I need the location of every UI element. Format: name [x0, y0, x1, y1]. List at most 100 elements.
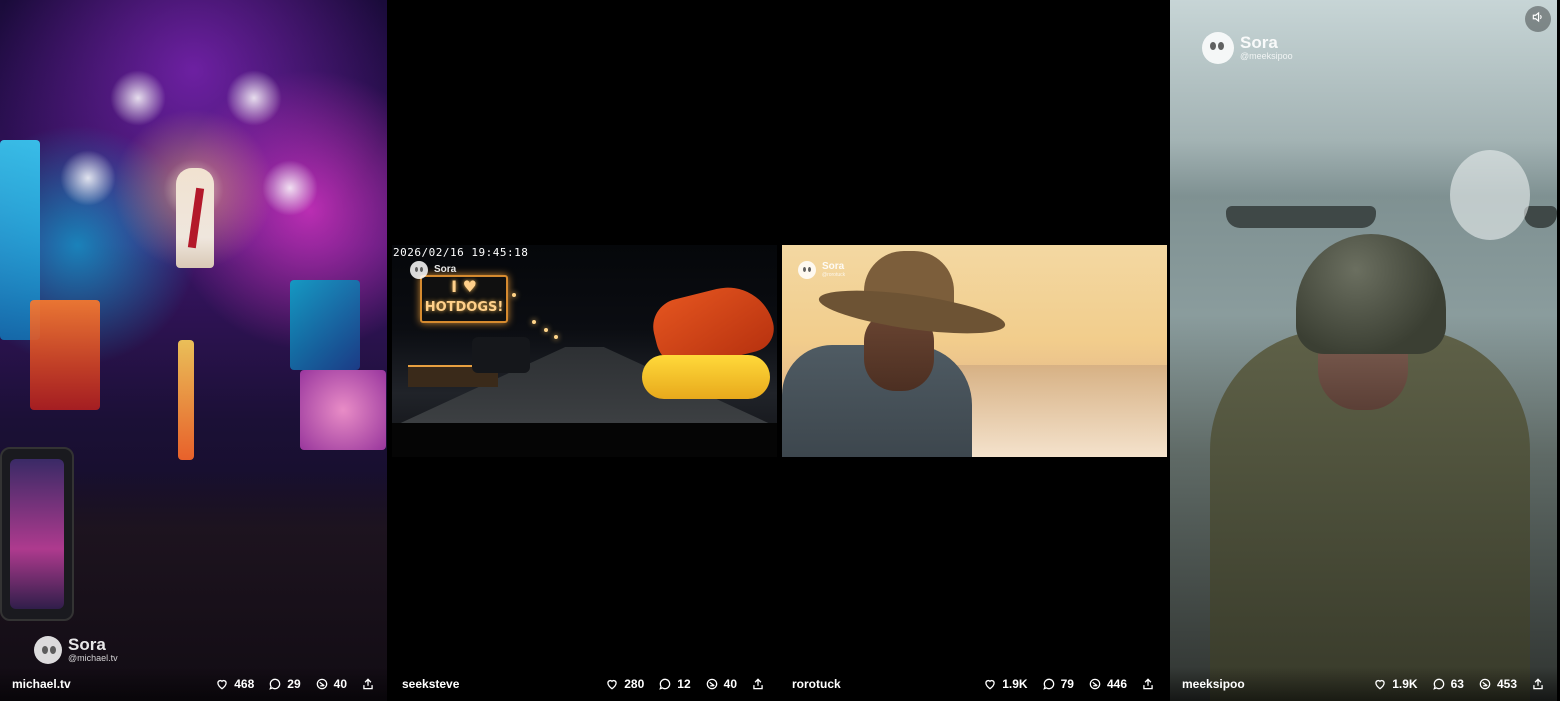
sora-logo-icon — [34, 636, 62, 664]
phone-in-hand — [0, 447, 74, 621]
like-count: 468 — [234, 677, 255, 691]
share-icon — [1141, 677, 1155, 691]
sora-logo-icon — [1202, 32, 1234, 64]
share-button[interactable] — [361, 677, 375, 691]
video-tile-4[interactable]: Sora @meeksipoo meeksipoo 1.9K 63 453 — [1170, 0, 1557, 701]
sora-watermark: Sora @meeksipoo — [1202, 32, 1293, 64]
engagement-stats: 280 12 40 — [605, 677, 765, 691]
like-count: 280 — [624, 677, 645, 691]
sign-text-line2: HOTDOGS! — [424, 300, 504, 315]
remix-count: 453 — [1496, 677, 1517, 691]
landing-boat — [1226, 206, 1376, 228]
video-thumbnail-cowboy: Sora @rorotuck — [782, 245, 1167, 457]
remix-count: 446 — [1106, 677, 1127, 691]
watermark-handle: @meeksipoo — [1240, 51, 1293, 62]
comment-button[interactable]: 12 — [658, 677, 691, 691]
heart-icon — [215, 677, 229, 691]
share-button[interactable] — [1531, 677, 1545, 691]
engagement-stats: 1.9K 79 446 — [983, 677, 1155, 691]
remix-button[interactable]: 453 — [1478, 677, 1517, 691]
author-username[interactable]: meeksipoo — [1182, 677, 1245, 691]
video-tile-3[interactable]: Sora @rorotuck rorotuck 1.9K 79 446 — [780, 0, 1167, 701]
comment-button[interactable]: 63 — [1432, 677, 1464, 691]
remix-icon — [315, 677, 329, 691]
desert-road — [952, 365, 1167, 457]
watermark-brand: Sora — [68, 635, 106, 655]
comment-count: 79 — [1060, 677, 1074, 691]
comment-button[interactable]: 29 — [268, 677, 301, 691]
comment-bubble-icon — [658, 677, 672, 691]
heart-icon — [1373, 677, 1387, 691]
angel-figure — [226, 70, 282, 126]
dashcam-timestamp: 2026/02/16 19:45:18 — [393, 246, 529, 259]
video-tile-1[interactable]: Sora @michael.tv michael.tv 468 29 40 — [0, 0, 387, 701]
share-icon — [361, 677, 375, 691]
car-hood — [392, 423, 777, 457]
comment-bubble-icon — [268, 677, 282, 691]
sora-watermark: Sora — [410, 261, 456, 279]
remix-icon — [705, 677, 719, 691]
street-light — [544, 328, 548, 332]
neon-billboard — [30, 300, 100, 410]
comment-bubble-icon — [1432, 677, 1446, 691]
street-light — [512, 293, 516, 297]
street-light — [532, 320, 536, 324]
video-tile-2[interactable]: I ♥ HOTDOGS! Sora 2026/02/16 19:45:18 se… — [390, 0, 777, 701]
floating-figure — [176, 168, 214, 268]
sora-watermark: Sora @rorotuck — [798, 261, 845, 279]
sign-text-line1: I ♥ — [451, 277, 477, 296]
author-username[interactable]: michael.tv — [12, 677, 71, 691]
share-button[interactable] — [751, 677, 765, 691]
sora-logo-icon — [798, 261, 816, 279]
remix-icon — [1478, 677, 1492, 691]
watermark-handle: @michael.tv — [68, 653, 118, 664]
heart-icon — [983, 677, 997, 691]
remix-button[interactable]: 446 — [1088, 677, 1127, 691]
angel-figure — [60, 150, 116, 206]
watermark-handle: @rorotuck — [822, 271, 846, 278]
comment-button[interactable]: 79 — [1042, 677, 1074, 691]
like-button[interactable]: 280 — [605, 677, 644, 691]
video-footer: michael.tv 468 29 40 — [0, 667, 387, 701]
remix-icon — [1088, 677, 1102, 691]
engagement-stats: 1.9K 63 453 — [1373, 677, 1545, 691]
video-footer: seeksteve 280 12 40 — [390, 667, 777, 701]
remix-button[interactable]: 40 — [705, 677, 737, 691]
comment-bubble-icon — [1042, 677, 1056, 691]
remix-count: 40 — [723, 677, 737, 691]
engagement-stats: 468 29 40 — [215, 677, 375, 691]
remix-count: 40 — [333, 677, 347, 691]
share-button[interactable] — [1141, 677, 1155, 691]
video-footer: meeksipoo 1.9K 63 453 — [1170, 667, 1557, 701]
like-count: 1.9K — [1392, 677, 1418, 691]
like-button[interactable]: 1.9K — [983, 677, 1028, 691]
watermark-brand: Sora — [434, 263, 457, 275]
street-light — [554, 335, 558, 339]
video-feed: Sora @michael.tv michael.tv 468 29 40 I … — [0, 0, 1560, 701]
angel-figure — [110, 70, 166, 126]
neon-billboard — [290, 280, 360, 370]
video-footer: rorotuck 1.9K 79 446 — [780, 667, 1167, 701]
sound-toggle-button[interactable] — [1525, 6, 1551, 32]
neon-billboard — [178, 340, 194, 460]
author-username[interactable]: rorotuck — [792, 677, 841, 691]
video-thumbnail-dashcam: I ♥ HOTDOGS! Sora — [392, 245, 777, 457]
like-button[interactable]: 468 — [215, 677, 254, 691]
like-count: 1.9K — [1002, 677, 1028, 691]
like-button[interactable]: 1.9K — [1373, 677, 1418, 691]
led-sign: I ♥ HOTDOGS! — [420, 275, 508, 323]
watermark-brand: Sora — [1240, 33, 1278, 53]
pickup-truck — [472, 337, 530, 373]
sora-watermark: Sora @michael.tv — [34, 636, 118, 664]
hotdog-vehicle-bun — [642, 355, 770, 399]
comment-count: 12 — [677, 677, 691, 691]
heart-icon — [605, 677, 619, 691]
angel-figure — [262, 160, 318, 216]
share-icon — [1531, 677, 1545, 691]
author-username[interactable]: seeksteve — [402, 677, 459, 691]
remix-button[interactable]: 40 — [315, 677, 347, 691]
speaker-icon — [1531, 10, 1545, 29]
comment-count: 29 — [287, 677, 301, 691]
neon-billboard — [300, 370, 386, 450]
sora-logo-icon — [410, 261, 428, 279]
